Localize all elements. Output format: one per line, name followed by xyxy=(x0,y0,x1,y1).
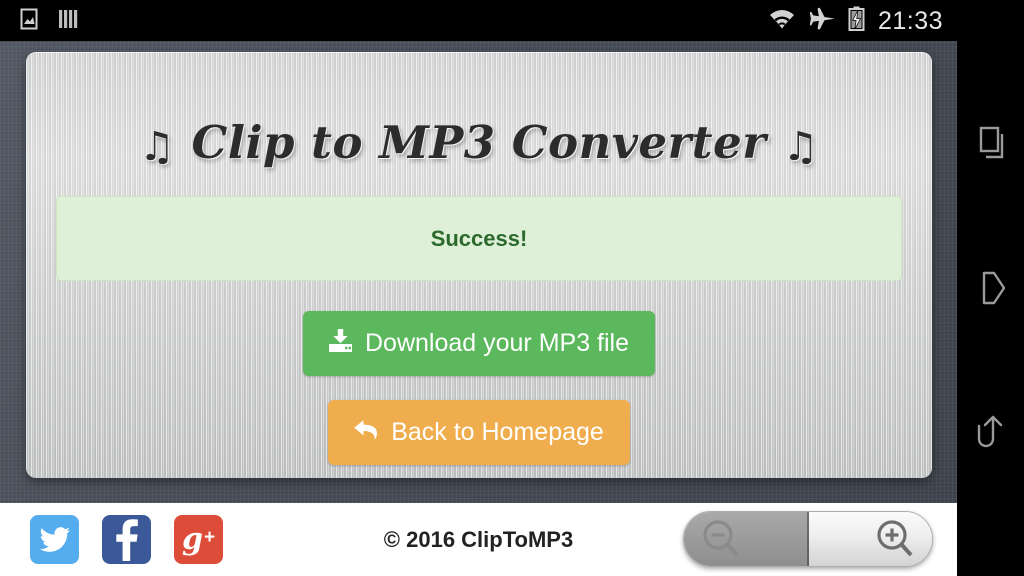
status-bar-divider xyxy=(0,41,957,42)
wifi-icon xyxy=(768,8,796,35)
status-bar: 21:33 xyxy=(0,0,957,42)
music-note-left-icon: ♫ xyxy=(139,124,176,170)
facebook-icon[interactable] xyxy=(102,515,151,564)
download-mp3-button[interactable]: Download your MP3 file xyxy=(302,311,655,376)
download-mp3-button-label: Download your MP3 file xyxy=(364,328,629,357)
image-icon xyxy=(18,8,40,35)
home-icon[interactable] xyxy=(965,262,1017,314)
zoom-out-button[interactable] xyxy=(684,512,809,566)
page-title-text: Clip to MP3 Converter xyxy=(191,116,767,169)
social-links: g + xyxy=(30,515,223,564)
android-navigation-bar xyxy=(957,0,1024,576)
device-screen: 21:33 ♫ Clip to MP3 Converter ♫ Success! xyxy=(0,0,1024,576)
content-panel: ♫ Clip to MP3 Converter ♫ Success! Downl… xyxy=(26,52,932,478)
googleplus-icon[interactable]: g + xyxy=(174,515,223,564)
battery-charging-icon xyxy=(848,6,865,36)
back-to-homepage-button[interactable]: Back to Homepage xyxy=(328,400,630,465)
status-bar-right-icons: 21:33 xyxy=(768,6,943,36)
airplane-mode-icon xyxy=(809,7,835,36)
googleplus-g-glyph: g xyxy=(181,521,203,557)
status-bar-clock: 21:33 xyxy=(877,6,943,35)
googleplus-plus-glyph: + xyxy=(203,527,216,548)
download-icon xyxy=(327,328,354,358)
recents-icon[interactable] xyxy=(965,118,1017,170)
zoom-controls xyxy=(683,511,933,567)
zoom-in-button[interactable] xyxy=(809,512,932,566)
download-button-row: Download your MP3 file xyxy=(26,281,932,376)
page-title: ♫ Clip to MP3 Converter ♫ xyxy=(26,116,932,170)
success-alert: Success! xyxy=(56,196,902,281)
back-icon[interactable] xyxy=(965,406,1017,458)
sim-bars-icon xyxy=(56,8,80,35)
music-note-right-icon: ♫ xyxy=(782,124,819,170)
twitter-icon[interactable] xyxy=(30,515,79,564)
status-bar-left-icons xyxy=(18,8,80,35)
back-to-homepage-button-label: Back to Homepage xyxy=(391,417,604,446)
browser-viewport: ♫ Clip to MP3 Converter ♫ Success! Downl… xyxy=(0,42,957,576)
success-alert-message: Success! xyxy=(430,225,528,251)
homepage-button-row: Back to Homepage xyxy=(26,376,932,465)
back-arrow-icon xyxy=(352,417,380,447)
